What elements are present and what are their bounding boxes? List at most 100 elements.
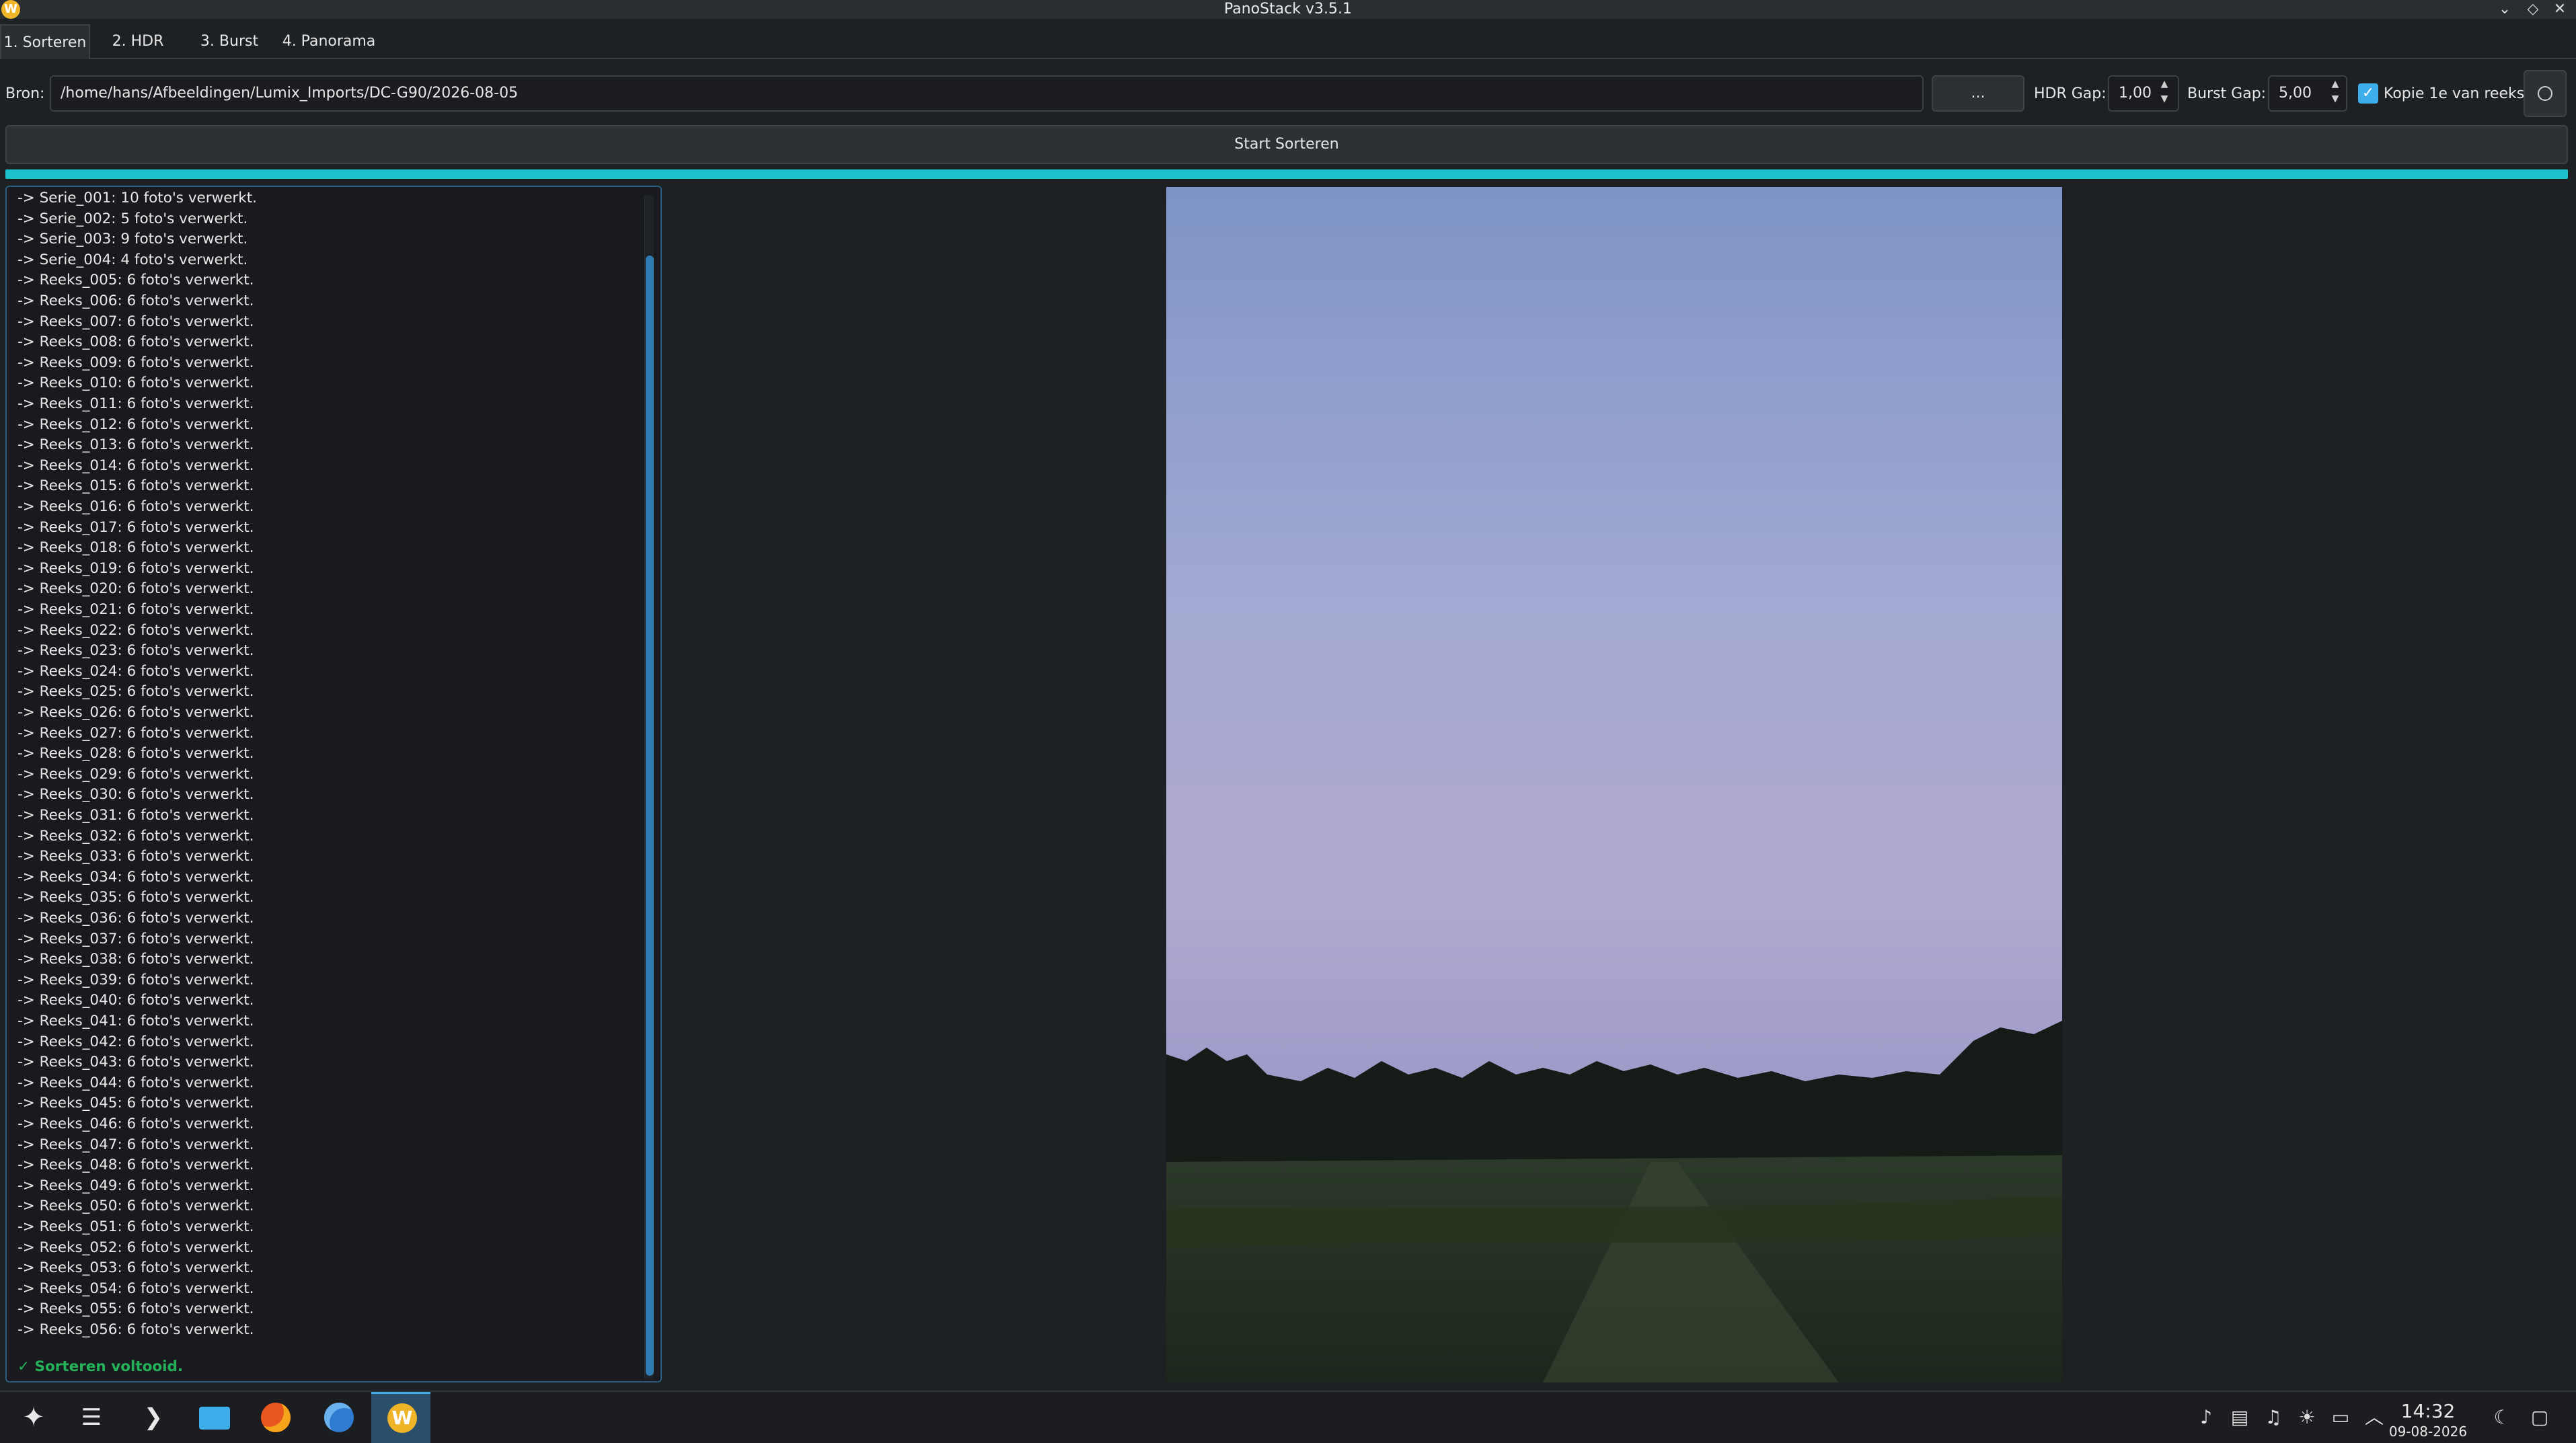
- log-line: -> Reeks_044: 6 foto's verwerkt.: [17, 1074, 254, 1091]
- log-line: -> Serie_001: 10 foto's verwerkt.: [17, 190, 257, 206]
- log-line: -> Reeks_025: 6 foto's verwerkt.: [17, 683, 254, 701]
- copy-first-label: Kopie 1e van reeks: [2384, 85, 2525, 102]
- log-line: -> Reeks_039: 6 foto's verwerkt.: [17, 971, 254, 988]
- photo-preview: [1166, 187, 2062, 1382]
- log-line: -> Reeks_030: 6 foto's verwerkt.: [17, 786, 254, 804]
- tab-sorteren[interactable]: 1. Sorteren: [0, 24, 90, 59]
- log-line: -> Reeks_029: 6 foto's verwerkt.: [17, 765, 254, 783]
- log-panel[interactable]: -> Serie_001: 10 foto's verwerkt. -> Seri…: [5, 186, 662, 1382]
- hdr-gap-label: HDR Gap:: [2034, 85, 2107, 102]
- log-line: -> Reeks_005: 6 foto's verwerkt.: [17, 272, 254, 289]
- log-line: -> Reeks_011: 6 foto's verwerkt.: [17, 395, 254, 412]
- log-line: -> Reeks_037: 6 foto's verwerkt.: [17, 930, 254, 947]
- browse-button[interactable]: ...: [1932, 75, 2024, 112]
- log-line: -> Reeks_012: 6 foto's verwerkt.: [17, 416, 254, 433]
- log-line: -> Reeks_017: 6 foto's verwerkt.: [17, 518, 254, 536]
- network-icon[interactable]: ▭: [2327, 1404, 2354, 1431]
- log-line: -> Reeks_045: 6 foto's verwerkt.: [17, 1095, 254, 1112]
- log-line: -> Reeks_028: 6 foto's verwerkt.: [17, 745, 254, 763]
- log-line: -> Reeks_006: 6 foto's verwerkt.: [17, 292, 254, 309]
- log-line: -> Reeks_020: 6 foto's verwerkt.: [17, 580, 254, 598]
- log-line: -> Reeks_051: 6 foto's verwerkt.: [17, 1218, 254, 1235]
- progress-bar: [5, 169, 2568, 179]
- log-line: -> Reeks_034: 6 foto's verwerkt.: [17, 868, 254, 886]
- tab-hdr[interactable]: 2. HDR: [101, 24, 175, 59]
- maximize-button[interactable]: ◇: [2520, 0, 2546, 19]
- log-line: -> Reeks_052: 6 foto's verwerkt.: [17, 1239, 254, 1256]
- panostack-icon: W: [387, 1403, 417, 1433]
- log-done-message: ✓ Sorteren voltooid.: [17, 1358, 184, 1375]
- launcher-icon[interactable]: ✦: [13, 1397, 54, 1438]
- log-line: -> Reeks_026: 6 foto's verwerkt.: [17, 704, 254, 721]
- close-button[interactable]: ✕: [2546, 0, 2573, 19]
- log-line: -> Serie_003: 9 foto's verwerkt.: [17, 231, 248, 248]
- log-line: -> Reeks_007: 6 foto's verwerkt.: [17, 313, 254, 330]
- log-line: -> Reeks_053: 6 foto's verwerkt.: [17, 1259, 254, 1277]
- source-label: Bron:: [5, 85, 45, 102]
- info-icon: [2538, 86, 2552, 101]
- hdr-gap-stepper-icon[interactable]: ▲ ▼: [2156, 77, 2172, 110]
- log-line: -> Reeks_013: 6 foto's verwerkt.: [17, 436, 254, 454]
- log-line: -> Reeks_036: 6 foto's verwerkt.: [17, 910, 254, 927]
- firefox-icon[interactable]: [256, 1397, 296, 1438]
- log-line: -> Reeks_027: 6 foto's verwerkt.: [17, 724, 254, 742]
- log-line: -> Reeks_031: 6 foto's verwerkt.: [17, 807, 254, 824]
- log-line: -> Reeks_021: 6 foto's verwerkt.: [17, 601, 254, 618]
- window-title: PanoStack v3.5.1: [1223, 1, 1353, 17]
- log-line: -> Reeks_010: 6 foto's verwerkt.: [17, 375, 254, 392]
- log-line: -> Reeks_056: 6 foto's verwerkt.: [17, 1321, 254, 1338]
- volume-icon[interactable]: ♫: [2260, 1404, 2287, 1431]
- tab-bar: [0, 19, 2576, 59]
- log-line: -> Reeks_038: 6 foto's verwerkt.: [17, 951, 254, 968]
- copy-first-checkbox[interactable]: ✓: [2358, 83, 2378, 104]
- log-line: -> Reeks_041: 6 foto's verwerkt.: [17, 1013, 254, 1029]
- show-desktop-icon[interactable]: ▢: [2526, 1404, 2553, 1431]
- log-line: -> Reeks_054: 6 foto's verwerkt.: [17, 1280, 254, 1297]
- overview-icon[interactable]: ☰: [71, 1397, 112, 1438]
- source-path-input[interactable]: /home/hans/Afbeeldingen/Lumix_Imports/DC…: [50, 75, 1924, 112]
- log-line: -> Reeks_046: 6 foto's verwerkt.: [17, 1116, 254, 1132]
- log-line: -> Reeks_009: 6 foto's verwerkt.: [17, 354, 254, 371]
- clock-time: 14:32: [2400, 1400, 2456, 1422]
- burst-gap-value: 5,00: [2279, 85, 2312, 102]
- burst-gap-label: Burst Gap:: [2187, 85, 2267, 102]
- minimize-button[interactable]: ⌄: [2491, 0, 2518, 19]
- log-line: -> Reeks_023: 6 foto's verwerkt.: [17, 642, 254, 660]
- log-line: -> Reeks_014: 6 foto's verwerkt.: [17, 457, 254, 474]
- night-mode-icon[interactable]: ☾: [2489, 1404, 2515, 1431]
- log-line: -> Reeks_016: 6 foto's verwerkt.: [17, 498, 254, 515]
- clock-date: 09-08-2026: [2388, 1424, 2468, 1440]
- start-sorting-button[interactable]: Start Sorteren: [5, 125, 2568, 164]
- tab-panorama[interactable]: 4. Panorama: [278, 24, 379, 59]
- clock[interactable]: 14:32 09-08-2026: [2381, 1400, 2475, 1440]
- log-line: -> Reeks_042: 6 foto's verwerkt.: [17, 1033, 254, 1050]
- log-line: -> Reeks_050: 6 foto's verwerkt.: [17, 1198, 254, 1215]
- log-line: -> Reeks_015: 6 foto's verwerkt.: [17, 477, 254, 495]
- log-line: -> Reeks_008: 6 foto's verwerkt.: [17, 334, 254, 351]
- log-line: -> Serie_004: 4 foto's verwerkt.: [17, 251, 248, 268]
- log-line: -> Reeks_022: 6 foto's verwerkt.: [17, 621, 254, 639]
- log-line: -> Reeks_055: 6 foto's verwerkt.: [17, 1300, 254, 1318]
- log-line: -> Reeks_043: 6 foto's verwerkt.: [17, 1054, 254, 1071]
- log-line: -> Reeks_040: 6 foto's verwerkt.: [17, 992, 254, 1009]
- log-line: -> Reeks_047: 6 foto's verwerkt.: [17, 1136, 254, 1153]
- terminal-icon[interactable]: ❯: [133, 1397, 174, 1438]
- info-button[interactable]: [2524, 70, 2567, 117]
- log-line: -> Reeks_024: 6 foto's verwerkt.: [17, 662, 254, 680]
- log-scrollbar-thumb[interactable]: [646, 256, 654, 1376]
- clipboard-icon[interactable]: ▤: [2226, 1404, 2253, 1431]
- tab-burst[interactable]: 3. Burst: [192, 24, 266, 59]
- log-line: -> Serie_002: 5 foto's verwerkt.: [17, 210, 248, 227]
- file-manager-icon[interactable]: [194, 1397, 234, 1438]
- log-line: -> Reeks_018: 6 foto's verwerkt.: [17, 539, 254, 557]
- log-line: -> Reeks_033: 6 foto's verwerkt.: [17, 848, 254, 865]
- hdr-gap-value: 1,00: [2119, 85, 2152, 102]
- notifications-icon[interactable]: ♪: [2193, 1404, 2220, 1431]
- panostack-taskbar-button[interactable]: W: [371, 1392, 430, 1443]
- log-line: -> Reeks_032: 6 foto's verwerkt.: [17, 827, 254, 845]
- burst-gap-stepper-icon[interactable]: ▲ ▼: [2327, 77, 2343, 110]
- log-line: -> Reeks_048: 6 foto's verwerkt.: [17, 1157, 254, 1174]
- log-line: -> Reeks_019: 6 foto's verwerkt.: [17, 559, 254, 577]
- thunderbird-icon[interactable]: [319, 1397, 359, 1438]
- brightness-icon[interactable]: ☀: [2294, 1404, 2320, 1431]
